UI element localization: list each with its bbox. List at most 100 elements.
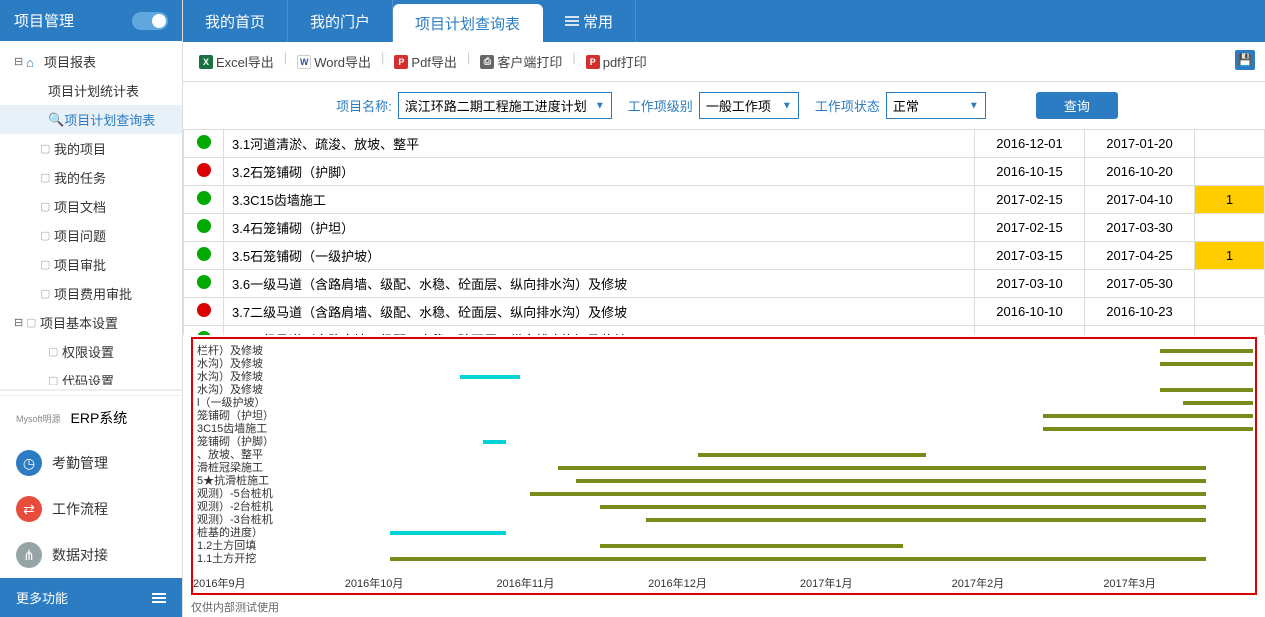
flow-icon: ⇄ (16, 496, 42, 522)
gantt-bar (390, 557, 1207, 561)
gantt-row-label: 观测）-3台桩机 (197, 514, 274, 527)
status-cell (184, 186, 224, 214)
status-cell (184, 158, 224, 186)
client-print-button[interactable]: ⎙客户端打印 (474, 50, 568, 73)
tab-home[interactable]: 我的首页 (183, 0, 288, 42)
end-cell: 2017-06-10 (1085, 326, 1195, 336)
gantt-bar (530, 492, 1207, 496)
tree-group-settings[interactable]: ⊟ ▢ 项目基本设置 (0, 308, 182, 337)
bottom-label: 考勤管理 (52, 453, 108, 473)
table-row[interactable]: 3.1河道清淤、疏浚、放坡、整平 2016-12-01 2017-01-20 (184, 130, 1265, 158)
table-row[interactable]: 3.5石笼铺砌（一级护坡） 2017-03-15 2017-04-25 1 (184, 242, 1265, 270)
table-row[interactable]: 3.7二级马道（含路肩墙、级配、水稳、砼面层、纵向排水沟）及修坡 2016-10… (184, 298, 1265, 326)
doc-icon: ▢ (40, 200, 50, 213)
gantt-row-label: 滑桩冠梁施工 (197, 462, 274, 475)
tree-item-myproject[interactable]: ▢ 我的项目 (0, 134, 182, 163)
save-button[interactable]: 💾 (1235, 50, 1255, 70)
gantt-row-label: 笼铺砌（护脚） (197, 436, 274, 449)
tree-item-docs[interactable]: ▢ 项目文档 (0, 192, 182, 221)
workitem-label: 工作项级别 (622, 92, 699, 119)
table-row[interactable]: 3.6一级马道（含路肩墙、级配、水稳、砼面层、纵向排水沟）及修坡 2017-03… (184, 270, 1265, 298)
tree-item-query[interactable]: 🔍 项目计划查询表 (0, 105, 182, 134)
nav-tree: ⊟ ⌂ 项目报表 项目计划统计表 🔍 项目计划查询表 ▢ 我的项目 ▢ 我的任务… (0, 41, 182, 385)
pdf-icon: P (586, 55, 600, 69)
pdf-icon: P (394, 55, 408, 69)
gantt-bar (1160, 349, 1253, 353)
gantt-row-label: 、放坡、整平 (197, 449, 274, 462)
gantt-bar (600, 505, 1207, 509)
end-cell: 2017-05-30 (1085, 270, 1195, 298)
status-dot-icon (197, 275, 211, 289)
pdf-print-button[interactable]: Ppdf打印 (580, 50, 653, 73)
share-icon: ⋔ (16, 542, 42, 568)
tab-query[interactable]: 项目计划查询表 (393, 4, 543, 42)
sidebar-title: 项目管理 (14, 10, 74, 31)
gantt-tick-label: 2016年10月 (345, 575, 497, 591)
tree-group-reports[interactable]: ⊟ ⌂ 项目报表 (0, 47, 182, 76)
bottom-item-attendance[interactable]: ◷ 考勤管理 (0, 440, 182, 486)
project-select[interactable]: 滨江环路二期工程施工进度计划 (398, 92, 612, 119)
tree-item-stats[interactable]: 项目计划统计表 (0, 76, 182, 105)
workitem-select[interactable]: 一般工作项 (699, 92, 799, 119)
table-row[interactable]: 3.3C15齿墙施工 2017-02-15 2017-04-10 1 (184, 186, 1265, 214)
gantt-row-label: 水沟）及修坡 (197, 358, 274, 371)
bottom-menu: Mysoft明源 ERP系统 ◷ 考勤管理 ⇄ 工作流程 ⋔ 数据对接 更多功能 (0, 395, 182, 617)
tree-label: 项目费用审批 (54, 284, 132, 303)
pdf-export-button[interactable]: PPdf导出 (388, 50, 463, 73)
start-cell: 2017-02-15 (975, 186, 1085, 214)
project-label: 项目名称: (330, 92, 398, 119)
bottom-item-erp[interactable]: Mysoft明源 ERP系统 (0, 396, 182, 440)
bottom-item-data[interactable]: ⋔ 数据对接 (0, 532, 182, 578)
word-export-button[interactable]: WWord导出 (291, 50, 377, 73)
gantt-bar (1043, 414, 1253, 418)
status-cell (184, 326, 224, 336)
footer-note: 仅供内部测试使用 (183, 597, 1265, 617)
tree-item-issues[interactable]: ▢ 项目问题 (0, 221, 182, 250)
tree-item-approval[interactable]: ▢ 项目审批 (0, 250, 182, 279)
tree-item-code[interactable]: ▢ 代码设置 (0, 366, 182, 385)
gantt-bar (1043, 427, 1253, 431)
query-button[interactable]: 查询 (1036, 92, 1118, 119)
status-select[interactable]: 正常 (886, 92, 986, 119)
bottom-label: 数据对接 (52, 545, 108, 565)
status-cell (184, 242, 224, 270)
hamburger-icon (152, 591, 166, 605)
tab-label: 项目计划查询表 (415, 13, 520, 34)
data-table: 3.1河道清淤、疏浚、放坡、整平 2016-12-01 2017-01-20 3… (183, 129, 1265, 335)
start-cell: 2017-03-15 (975, 242, 1085, 270)
bottom-item-workflow[interactable]: ⇄ 工作流程 (0, 486, 182, 532)
tab-portal[interactable]: 我的门户 (288, 0, 393, 42)
clock-icon: ◷ (16, 450, 42, 476)
gantt-bars (273, 345, 1253, 573)
table-row[interactable]: 3.2石笼铺砌（护脚） 2016-10-15 2016-10-20 (184, 158, 1265, 186)
tree-item-expense[interactable]: ▢ 项目费用审批 (0, 279, 182, 308)
tree-item-permission[interactable]: ▢ 权限设置 (0, 337, 182, 366)
gantt-bar (646, 518, 1206, 522)
tree-label: 项目基本设置 (40, 313, 118, 332)
flag-cell (1195, 158, 1265, 186)
name-cell: 3.3C15齿墙施工 (224, 186, 975, 214)
status-dot-icon (197, 135, 211, 149)
flag-cell (1195, 270, 1265, 298)
btn-label: 客户端打印 (497, 52, 562, 71)
tree-item-mytask[interactable]: ▢ 我的任务 (0, 163, 182, 192)
excel-export-button[interactable]: XExcel导出 (193, 50, 280, 73)
sidebar-toggle[interactable] (132, 12, 168, 30)
word-icon: W (297, 55, 311, 69)
table-row[interactable]: 3.4石笼铺砌（护坦） 2017-02-15 2017-03-30 (184, 214, 1265, 242)
tab-common[interactable]: 常用 (543, 0, 636, 42)
filter-bar: 项目名称: 滨江环路二期工程施工进度计划 工作项级别 一般工作项 工作项状态 正… (183, 82, 1265, 129)
tree-label: 权限设置 (62, 342, 114, 361)
tree-label: 我的项目 (54, 139, 106, 158)
end-cell: 2017-03-30 (1085, 214, 1195, 242)
gantt-row-label: 3C15齿墙施工 (197, 423, 274, 436)
status-dot-icon (197, 219, 211, 233)
divider (0, 389, 182, 391)
table-row[interactable]: 3.8三级马道（含路肩墙、级配、水稳、砼面层、纵向排水沟）及修坡 2017-03… (184, 326, 1265, 336)
more-button[interactable]: 更多功能 (0, 578, 182, 617)
select-value: 一般工作项 (706, 99, 771, 114)
end-cell: 2017-04-10 (1085, 186, 1195, 214)
gantt-bar (460, 375, 521, 379)
tab-label: 我的首页 (205, 11, 265, 32)
end-cell: 2016-10-23 (1085, 298, 1195, 326)
